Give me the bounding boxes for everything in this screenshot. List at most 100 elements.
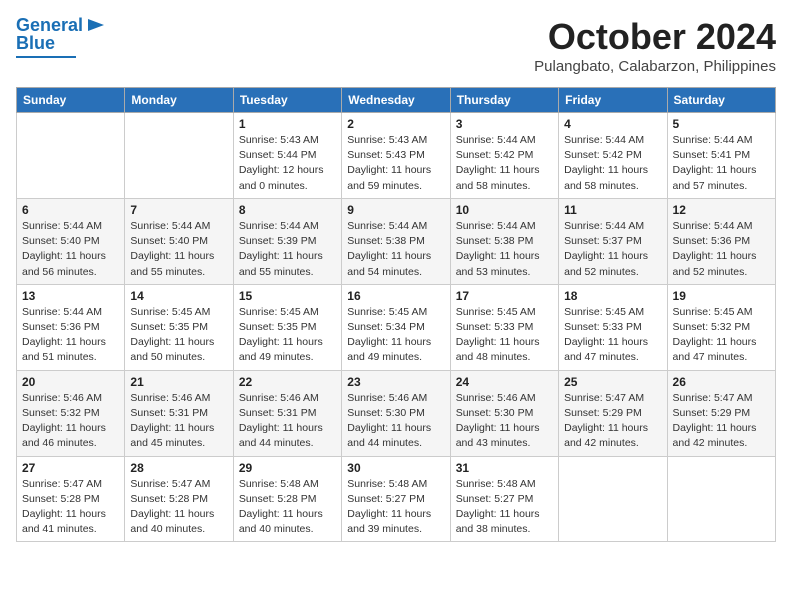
day-info: Sunrise: 5:47 AMSunset: 5:29 PMDaylight:… — [564, 391, 661, 452]
header-monday: Monday — [125, 88, 233, 113]
month-title: October 2024 — [534, 16, 776, 58]
day-number: 10 — [456, 203, 553, 217]
day-number: 21 — [130, 375, 227, 389]
day-number: 11 — [564, 203, 661, 217]
header-thursday: Thursday — [450, 88, 558, 113]
header-sunday: Sunday — [17, 88, 125, 113]
day-cell — [667, 456, 775, 542]
day-cell: 7 Sunrise: 5:44 AMSunset: 5:40 PMDaylight… — [125, 198, 233, 284]
day-cell: 15 Sunrise: 5:45 AMSunset: 5:35 PMDayligh… — [233, 284, 341, 370]
day-cell: 18 Sunrise: 5:45 AMSunset: 5:33 PMDayligh… — [559, 284, 667, 370]
calendar-table: Sunday Monday Tuesday Wednesday Thursday… — [16, 87, 776, 542]
day-cell: 6 Sunrise: 5:44 AMSunset: 5:40 PMDaylight… — [17, 198, 125, 284]
day-number: 13 — [22, 289, 119, 303]
day-cell: 14 Sunrise: 5:45 AMSunset: 5:35 PMDayligh… — [125, 284, 233, 370]
page-header: General Blue October 2024 Pulangbato, Ca… — [16, 16, 776, 75]
day-cell: 10 Sunrise: 5:44 AMSunset: 5:38 PMDayligh… — [450, 198, 558, 284]
day-cell: 29 Sunrise: 5:48 AMSunset: 5:28 PMDayligh… — [233, 456, 341, 542]
day-cell: 27 Sunrise: 5:47 AMSunset: 5:28 PMDayligh… — [17, 456, 125, 542]
day-info: Sunrise: 5:47 AMSunset: 5:28 PMDaylight:… — [130, 477, 227, 538]
day-number: 31 — [456, 461, 553, 475]
week-row-2: 6 Sunrise: 5:44 AMSunset: 5:40 PMDaylight… — [17, 198, 776, 284]
logo-arrow-icon — [86, 15, 106, 35]
day-cell: 21Sunrise: 5:46 AMSunset: 5:31 PMDayligh… — [125, 370, 233, 456]
day-cell: 28 Sunrise: 5:47 AMSunset: 5:28 PMDayligh… — [125, 456, 233, 542]
title-block: October 2024 Pulangbato, Calabarzon, Phi… — [534, 16, 776, 75]
day-cell: 1Sunrise: 5:43 AMSunset: 5:44 PMDaylight… — [233, 113, 341, 199]
day-info: Sunrise: 5:46 AMSunset: 5:30 PMDaylight:… — [347, 391, 444, 452]
location-subtitle: Pulangbato, Calabarzon, Philippines — [534, 58, 776, 75]
day-info: Sunrise: 5:45 AMSunset: 5:35 PMDaylight:… — [239, 305, 336, 366]
day-cell: 20Sunrise: 5:46 AMSunset: 5:32 PMDayligh… — [17, 370, 125, 456]
day-info: Sunrise: 5:45 AMSunset: 5:33 PMDaylight:… — [564, 305, 661, 366]
day-number: 29 — [239, 461, 336, 475]
header-friday: Friday — [559, 88, 667, 113]
day-info: Sunrise: 5:44 AMSunset: 5:40 PMDaylight:… — [130, 219, 227, 280]
day-number: 24 — [456, 375, 553, 389]
day-cell: 3Sunrise: 5:44 AMSunset: 5:42 PMDaylight… — [450, 113, 558, 199]
day-info: Sunrise: 5:43 AMSunset: 5:43 PMDaylight:… — [347, 133, 444, 194]
header-saturday: Saturday — [667, 88, 775, 113]
calendar-header-row: Sunday Monday Tuesday Wednesday Thursday… — [17, 88, 776, 113]
day-info: Sunrise: 5:44 AMSunset: 5:42 PMDaylight:… — [456, 133, 553, 194]
day-info: Sunrise: 5:47 AMSunset: 5:29 PMDaylight:… — [673, 391, 770, 452]
day-number: 7 — [130, 203, 227, 217]
day-number: 23 — [347, 375, 444, 389]
week-row-5: 27 Sunrise: 5:47 AMSunset: 5:28 PMDayligh… — [17, 456, 776, 542]
day-cell — [559, 456, 667, 542]
day-info: Sunrise: 5:45 AMSunset: 5:35 PMDaylight:… — [130, 305, 227, 366]
day-info: Sunrise: 5:44 AMSunset: 5:38 PMDaylight:… — [456, 219, 553, 280]
day-number: 25 — [564, 375, 661, 389]
day-info: Sunrise: 5:46 AMSunset: 5:31 PMDaylight:… — [239, 391, 336, 452]
day-number: 5 — [673, 117, 770, 131]
day-cell: 9 Sunrise: 5:44 AMSunset: 5:38 PMDaylight… — [342, 198, 450, 284]
week-row-3: 13Sunrise: 5:44 AMSunset: 5:36 PMDayligh… — [17, 284, 776, 370]
day-info: Sunrise: 5:47 AMSunset: 5:28 PMDaylight:… — [22, 477, 119, 538]
week-row-4: 20Sunrise: 5:46 AMSunset: 5:32 PMDayligh… — [17, 370, 776, 456]
day-cell: 16Sunrise: 5:45 AMSunset: 5:34 PMDayligh… — [342, 284, 450, 370]
week-row-1: 1Sunrise: 5:43 AMSunset: 5:44 PMDaylight… — [17, 113, 776, 199]
day-info: Sunrise: 5:48 AMSunset: 5:27 PMDaylight:… — [456, 477, 553, 538]
day-info: Sunrise: 5:48 AMSunset: 5:28 PMDaylight:… — [239, 477, 336, 538]
day-info: Sunrise: 5:44 AMSunset: 5:41 PMDaylight:… — [673, 133, 770, 194]
day-number: 17 — [456, 289, 553, 303]
day-number: 19 — [673, 289, 770, 303]
day-cell: 17Sunrise: 5:45 AMSunset: 5:33 PMDayligh… — [450, 284, 558, 370]
day-cell: 2Sunrise: 5:43 AMSunset: 5:43 PMDaylight… — [342, 113, 450, 199]
day-cell — [125, 113, 233, 199]
day-cell: 19 Sunrise: 5:45 AMSunset: 5:32 PMDayligh… — [667, 284, 775, 370]
day-cell: 24 Sunrise: 5:46 AMSunset: 5:30 PMDayligh… — [450, 370, 558, 456]
day-info: Sunrise: 5:46 AMSunset: 5:32 PMDaylight:… — [22, 391, 119, 452]
day-info: Sunrise: 5:44 AMSunset: 5:38 PMDaylight:… — [347, 219, 444, 280]
day-number: 27 — [22, 461, 119, 475]
day-number: 30 — [347, 461, 444, 475]
day-number: 14 — [130, 289, 227, 303]
day-number: 16 — [347, 289, 444, 303]
day-number: 26 — [673, 375, 770, 389]
day-cell: 13Sunrise: 5:44 AMSunset: 5:36 PMDayligh… — [17, 284, 125, 370]
day-cell: 4Sunrise: 5:44 AMSunset: 5:42 PMDaylight… — [559, 113, 667, 199]
day-info: Sunrise: 5:44 AMSunset: 5:37 PMDaylight:… — [564, 219, 661, 280]
header-wednesday: Wednesday — [342, 88, 450, 113]
day-number: 1 — [239, 117, 336, 131]
day-number: 28 — [130, 461, 227, 475]
day-number: 8 — [239, 203, 336, 217]
day-number: 12 — [673, 203, 770, 217]
day-number: 18 — [564, 289, 661, 303]
day-number: 6 — [22, 203, 119, 217]
day-info: Sunrise: 5:44 AMSunset: 5:36 PMDaylight:… — [673, 219, 770, 280]
day-cell: 25 Sunrise: 5:47 AMSunset: 5:29 PMDayligh… — [559, 370, 667, 456]
day-number: 9 — [347, 203, 444, 217]
day-number: 4 — [564, 117, 661, 131]
day-cell: 11 Sunrise: 5:44 AMSunset: 5:37 PMDayligh… — [559, 198, 667, 284]
day-info: Sunrise: 5:45 AMSunset: 5:32 PMDaylight:… — [673, 305, 770, 366]
day-cell: 22 Sunrise: 5:46 AMSunset: 5:31 PMDayligh… — [233, 370, 341, 456]
day-cell — [17, 113, 125, 199]
day-info: Sunrise: 5:48 AMSunset: 5:27 PMDaylight:… — [347, 477, 444, 538]
day-number: 22 — [239, 375, 336, 389]
day-info: Sunrise: 5:46 AMSunset: 5:30 PMDaylight:… — [456, 391, 553, 452]
day-number: 15 — [239, 289, 336, 303]
day-cell: 12 Sunrise: 5:44 AMSunset: 5:36 PMDayligh… — [667, 198, 775, 284]
day-info: Sunrise: 5:44 AMSunset: 5:40 PMDaylight:… — [22, 219, 119, 280]
day-cell: 31 Sunrise: 5:48 AMSunset: 5:27 PMDayligh… — [450, 456, 558, 542]
